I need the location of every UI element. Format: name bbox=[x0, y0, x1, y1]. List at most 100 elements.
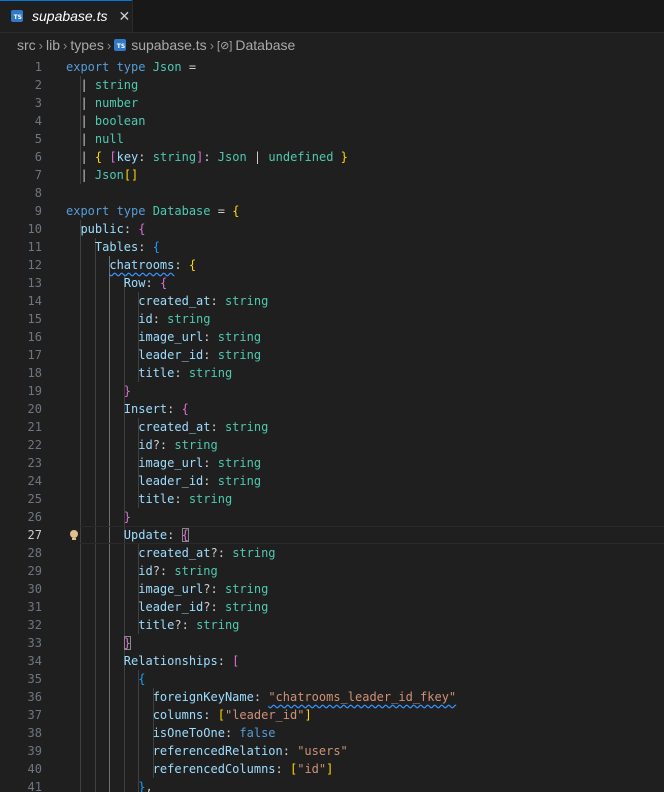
line-number: 34 bbox=[27, 654, 42, 668]
code-text: title: string bbox=[66, 364, 232, 382]
line-number: 24 bbox=[27, 474, 42, 488]
code-line[interactable]: 21 created_at: string bbox=[0, 418, 664, 436]
code-line[interactable]: 31 leader_id?: string bbox=[0, 598, 664, 616]
code-line[interactable]: 14 created_at: string bbox=[0, 292, 664, 310]
code-line[interactable]: 10 public: { bbox=[0, 220, 664, 238]
code-line[interactable]: 6 | { [key: string]: Json | undefined } bbox=[0, 148, 664, 166]
tab-supabase-ts[interactable]: TS supabase.ts ✕ bbox=[0, 0, 133, 32]
code-line[interactable]: 38 isOneToOne: false bbox=[0, 724, 664, 742]
code-token: ?: bbox=[210, 546, 233, 560]
code-text: | null bbox=[66, 130, 123, 148]
line-number: 37 bbox=[27, 708, 42, 722]
code-line[interactable]: 22 id?: string bbox=[0, 436, 664, 454]
code-line[interactable]: 8 bbox=[0, 184, 664, 202]
code-line[interactable]: 20 Insert: { bbox=[0, 400, 664, 418]
breadcrumb-file[interactable]: supabase.ts bbox=[131, 37, 207, 53]
code-editor[interactable]: 1 export type Json = 2 | string 3 | number 4… bbox=[0, 57, 664, 792]
code-text: created_at: string bbox=[66, 418, 268, 436]
code-line[interactable]: 2 | string bbox=[0, 76, 664, 94]
code-line[interactable]: 39 referencedRelation: "users" bbox=[0, 742, 664, 760]
code-line[interactable]: 40 referencedColumns: ["id"] bbox=[0, 760, 664, 778]
code-line[interactable]: 33 } bbox=[0, 634, 664, 652]
code-token: : bbox=[210, 420, 225, 434]
line-number: 22 bbox=[27, 438, 42, 452]
code-token: | bbox=[66, 78, 95, 92]
code-line[interactable]: 41 }, bbox=[0, 778, 664, 792]
code-line[interactable]: 28 created_at?: string bbox=[0, 544, 664, 562]
code-token: : bbox=[217, 654, 233, 668]
breadcrumb-types[interactable]: types bbox=[70, 37, 103, 53]
code-line[interactable]: 36 foreignKeyName: "chatrooms_leader_id_… bbox=[0, 688, 664, 706]
code-line[interactable]: 9 export type Database = { bbox=[0, 202, 664, 220]
code-line[interactable]: 25 title: string bbox=[0, 490, 664, 508]
breadcrumb-lib[interactable]: lib bbox=[46, 37, 60, 53]
code-line[interactable]: 29 id?: string bbox=[0, 562, 664, 580]
code-line[interactable]: 1 export type Json = bbox=[0, 58, 664, 76]
chevron-right-icon: › bbox=[63, 37, 68, 53]
code-token: Insert bbox=[123, 402, 168, 416]
code-line[interactable]: 17 leader_id: string bbox=[0, 346, 664, 364]
code-line[interactable]: 16 image_url: string bbox=[0, 328, 664, 346]
code-token: Relationships bbox=[123, 654, 218, 668]
code-token: [ bbox=[109, 150, 117, 164]
code-line[interactable]: 24 leader_id: string bbox=[0, 472, 664, 490]
code-line[interactable]: 7 | Json[] bbox=[0, 166, 664, 184]
line-number: 26 bbox=[27, 510, 42, 524]
code-line[interactable]: 37 columns: ["leader_id"] bbox=[0, 706, 664, 724]
line-number: 36 bbox=[27, 690, 42, 704]
code-token: leader_id bbox=[138, 348, 204, 362]
code-line[interactable]: 30 image_url?: string bbox=[0, 580, 664, 598]
code-line[interactable]: 13 Row: { bbox=[0, 274, 664, 292]
code-line[interactable]: 35 { bbox=[0, 670, 664, 688]
code-token: = bbox=[210, 204, 233, 218]
code-line[interactable]: 32 title?: string bbox=[0, 616, 664, 634]
code-line[interactable]: 18 title: string bbox=[0, 364, 664, 382]
code-line[interactable]: 12 chatrooms: { bbox=[0, 256, 664, 274]
breadcrumb-symbol[interactable]: Database bbox=[235, 37, 295, 53]
code-line[interactable]: 23 image_url: string bbox=[0, 454, 664, 472]
code-token: : bbox=[275, 762, 290, 776]
code-token: : bbox=[203, 708, 218, 722]
code-text: title: string bbox=[66, 490, 232, 508]
code-token: : bbox=[123, 222, 139, 236]
code-line[interactable]: 3 | number bbox=[0, 94, 664, 112]
code-line[interactable]: 11 Tables: { bbox=[0, 238, 664, 256]
code-token: string bbox=[217, 456, 262, 470]
code-text: } bbox=[66, 508, 131, 526]
code-token: { bbox=[181, 402, 189, 416]
line-number: 17 bbox=[27, 348, 42, 362]
code-line[interactable]: 5 | null bbox=[0, 130, 664, 148]
code-line[interactable]: 4 | boolean bbox=[0, 112, 664, 130]
code-token: } bbox=[340, 150, 348, 164]
lightbulb-icon[interactable] bbox=[68, 526, 80, 544]
code-line[interactable]: 19 } bbox=[0, 382, 664, 400]
code-line[interactable]: 27 Update: { bbox=[0, 526, 664, 544]
code-text: created_at?: string bbox=[66, 544, 275, 562]
code-text: id: string bbox=[66, 310, 210, 328]
line-number: 31 bbox=[27, 600, 42, 614]
code-line[interactable]: 26 } bbox=[0, 508, 664, 526]
code-token: { bbox=[138, 222, 146, 236]
chevron-right-icon: › bbox=[106, 37, 112, 53]
code-token: | bbox=[66, 168, 95, 182]
code-line[interactable]: 34 Relationships: [ bbox=[0, 652, 664, 670]
close-icon[interactable]: ✕ bbox=[119, 8, 131, 25]
code-token: string bbox=[174, 438, 218, 452]
line-number: 14 bbox=[27, 294, 42, 308]
breadcrumb-src[interactable]: src bbox=[17, 37, 36, 53]
code-text: image_url?: string bbox=[66, 580, 268, 598]
code-text: public: { bbox=[66, 220, 146, 238]
code-line[interactable]: 15 id: string bbox=[0, 310, 664, 328]
code-text: }, bbox=[66, 778, 152, 792]
code-token: | bbox=[66, 150, 95, 164]
code-token: = bbox=[181, 60, 197, 74]
